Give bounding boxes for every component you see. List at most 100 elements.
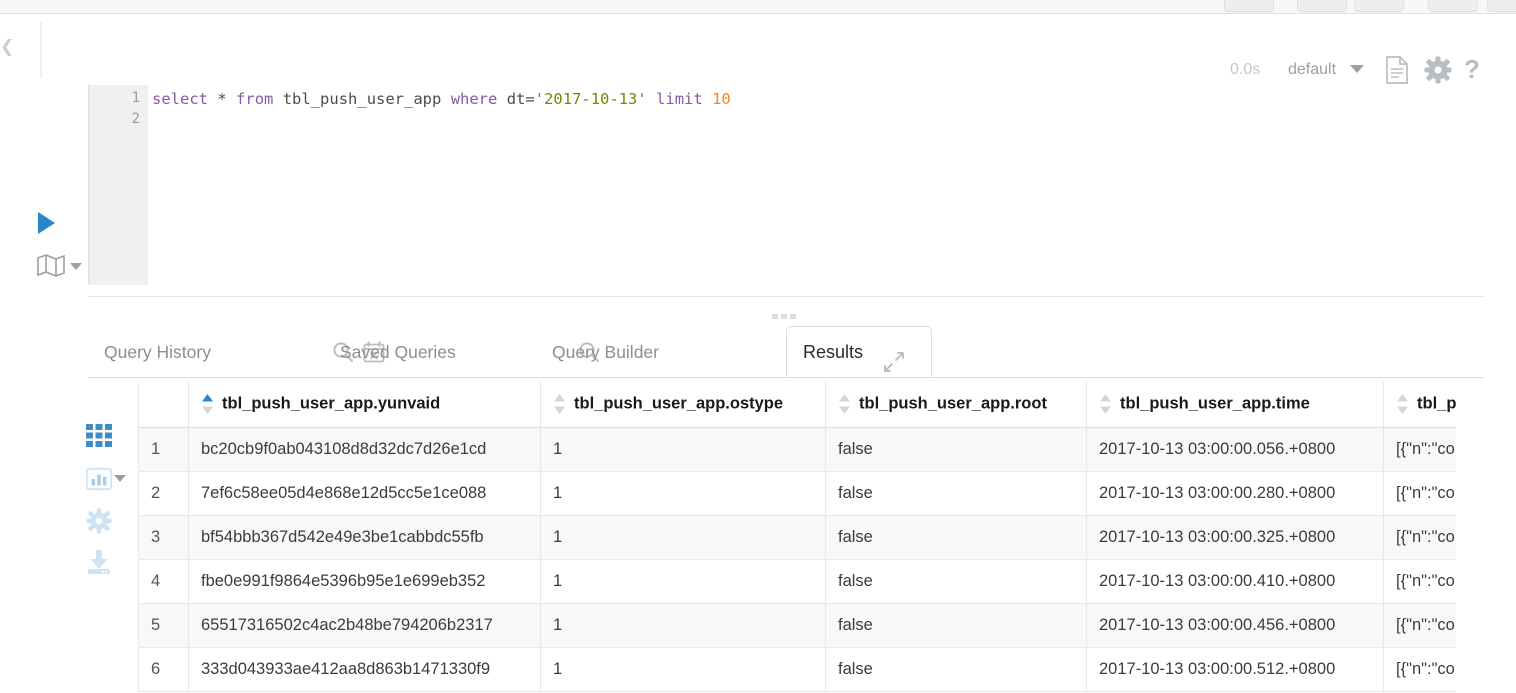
caret-down-icon[interactable]	[70, 263, 82, 270]
sort-arrows-icon[interactable]	[1099, 393, 1113, 415]
column-header-time[interactable]: tbl_push_user_app.time	[1086, 382, 1384, 428]
sort-arrows-svg	[554, 394, 565, 415]
cell-root: false	[825, 602, 1087, 648]
cell-truncated: [{"n":"co	[1383, 470, 1456, 516]
line-number: 1	[131, 90, 140, 106]
cell-yunvaid: 7ef6c58ee05d4e868e12d5cc5e1ce088	[188, 470, 541, 516]
elapsed-time: 0.0s	[1230, 61, 1261, 78]
table-row[interactable]: 6 333d043933ae412aa8d863b1471330f9 1 fal…	[138, 646, 1456, 692]
column-header-truncated[interactable]: tbl_pus	[1383, 382, 1456, 428]
column-header-label: tbl_push_user_app.yunvaid	[222, 394, 441, 413]
sql-editor[interactable]: 1 2 select * from tbl_push_user_app wher…	[88, 85, 1484, 285]
row-index: 3	[138, 514, 189, 560]
cell-yunvaid: 333d043933ae412aa8d863b1471330f9	[188, 646, 541, 692]
line-number: 2	[131, 111, 140, 127]
cell-time: 2017-10-13 03:00:00.325.+0800	[1086, 514, 1384, 560]
table-row[interactable]: 4 fbe0e991f9864e5396b95e1e699eb352 1 fal…	[138, 558, 1456, 604]
map-icon[interactable]	[36, 253, 66, 277]
help-icon[interactable]: ?	[1464, 55, 1480, 83]
grid-view-icon-svg	[86, 424, 112, 447]
toolbar-button-1[interactable]	[1224, 0, 1274, 12]
cell-time: 2017-10-13 03:00:00.512.+0800	[1086, 646, 1384, 692]
chart-view-icon[interactable]	[85, 466, 113, 497]
cell-ostype: 1	[540, 426, 826, 472]
play-run-icon[interactable]	[38, 212, 55, 234]
download-icon[interactable]	[86, 549, 112, 580]
cell-yunvaid: bf54bbb367d542e49e3be1cabbdc55fb	[188, 514, 541, 560]
cell-root: false	[825, 646, 1087, 692]
chevron-left-icon[interactable]: ❮	[0, 36, 14, 58]
cell-time: 2017-10-13 03:00:00.410.+0800	[1086, 558, 1384, 604]
cell-root: false	[825, 558, 1087, 604]
download-icon-svg	[88, 550, 110, 574]
cell-yunvaid: bc20cb9f0ab043108d8d32dc7d26e1cd	[188, 426, 541, 472]
tab-results[interactable]: Results	[786, 326, 932, 378]
gear-icon[interactable]	[1424, 55, 1452, 90]
results-table-body: 1 bc20cb9f0ab043108d8d32dc7d26e1cd 1 fal…	[138, 426, 1456, 692]
sort-arrows-icon[interactable]	[553, 393, 567, 415]
toolbar-button-5[interactable]	[1487, 0, 1516, 12]
cell-truncated: [{"n":"co	[1383, 602, 1456, 648]
results-table: tbl_push_user_app.yunvaid tbl_push_user_…	[138, 382, 1456, 692]
sql-limit-value: 10	[712, 90, 731, 108]
cell-root: false	[825, 426, 1087, 472]
tab-query-builder[interactable]: Query Builder	[552, 326, 659, 378]
tabbar-underline	[88, 377, 1484, 378]
tab-label: Query History	[104, 342, 211, 362]
cell-ostype: 1	[540, 470, 826, 516]
column-header-label: tbl_pus	[1417, 394, 1456, 413]
row-index: 5	[138, 602, 189, 648]
cell-root: false	[825, 470, 1087, 516]
table-row[interactable]: 2 7ef6c58ee05d4e868e12d5cc5e1ce088 1 fal…	[138, 470, 1456, 516]
column-header-yunvaid[interactable]: tbl_push_user_app.yunvaid	[188, 382, 541, 428]
gear-icon[interactable]	[86, 508, 112, 539]
column-header-label: tbl_push_user_app.time	[1120, 394, 1310, 413]
results-table-head: tbl_push_user_app.yunvaid tbl_push_user_…	[138, 382, 1456, 428]
document-icon[interactable]	[1384, 55, 1410, 90]
cell-ostype: 1	[540, 558, 826, 604]
top-toolbar-strip	[0, 0, 1516, 14]
sql-operator-equals: =	[525, 90, 535, 108]
sql-keyword-from: from	[236, 90, 274, 108]
chart-view-icon-svg	[85, 467, 113, 491]
sql-column-dt: dt	[506, 90, 526, 108]
tab-saved-queries[interactable]: Saved Queries	[340, 326, 456, 378]
row-index: 2	[138, 470, 189, 516]
column-header-root[interactable]: tbl_push_user_app.root	[825, 382, 1087, 428]
cell-yunvaid: 65517316502c4ac2b48be794206b2317	[188, 602, 541, 648]
cell-ostype: 1	[540, 602, 826, 648]
sql-code-line[interactable]: select * from tbl_push_user_app where dt…	[152, 89, 731, 110]
tab-query-history[interactable]: Query History	[104, 326, 211, 378]
sort-arrows-svg	[839, 394, 850, 415]
sort-arrows-icon[interactable]	[1396, 393, 1410, 415]
grid-view-icon[interactable]	[86, 424, 112, 455]
database-selector[interactable]: default	[1288, 56, 1336, 84]
sort-arrows-icon-active[interactable]	[201, 393, 215, 415]
toolbar-button-4[interactable]	[1428, 0, 1478, 12]
cell-truncated: [{"n":"co	[1383, 646, 1456, 692]
column-header-label: tbl_push_user_app.root	[859, 394, 1047, 413]
left-rail-divider	[40, 22, 42, 78]
table-row[interactable]: 3 bf54bbb367d542e49e3be1cabbdc55fb 1 fal…	[138, 514, 1456, 560]
panel-splitter	[88, 296, 1484, 297]
map-icon-svg	[37, 254, 65, 277]
toolbar-button-2[interactable]	[1297, 0, 1347, 12]
results-table-container[interactable]: tbl_push_user_app.yunvaid tbl_push_user_…	[138, 382, 1456, 693]
column-header-ostype[interactable]: tbl_push_user_app.ostype	[540, 382, 826, 428]
cell-root: false	[825, 514, 1087, 560]
cell-yunvaid: fbe0e991f9864e5396b95e1e699eb352	[188, 558, 541, 604]
sort-arrows-icon[interactable]	[838, 393, 852, 415]
expand-diagonal-icon-svg	[884, 352, 904, 372]
table-row[interactable]: 5 65517316502c4ac2b48be794206b2317 1 fal…	[138, 602, 1456, 648]
caret-down-icon[interactable]	[114, 475, 126, 482]
caret-down-icon[interactable]	[1350, 65, 1364, 73]
cell-time: 2017-10-13 03:00:00.280.+0800	[1086, 470, 1384, 516]
sql-keyword-select: select	[152, 90, 208, 108]
tab-label: Results	[803, 342, 864, 362]
toolbar-button-3[interactable]	[1354, 0, 1404, 12]
document-icon-svg	[1386, 56, 1408, 84]
table-row[interactable]: 1 bc20cb9f0ab043108d8d32dc7d26e1cd 1 fal…	[138, 426, 1456, 472]
cell-time: 2017-10-13 03:00:00.056.+0800	[1086, 426, 1384, 472]
sort-arrows-svg	[1100, 394, 1111, 415]
drag-handle-dots[interactable]	[772, 306, 800, 319]
